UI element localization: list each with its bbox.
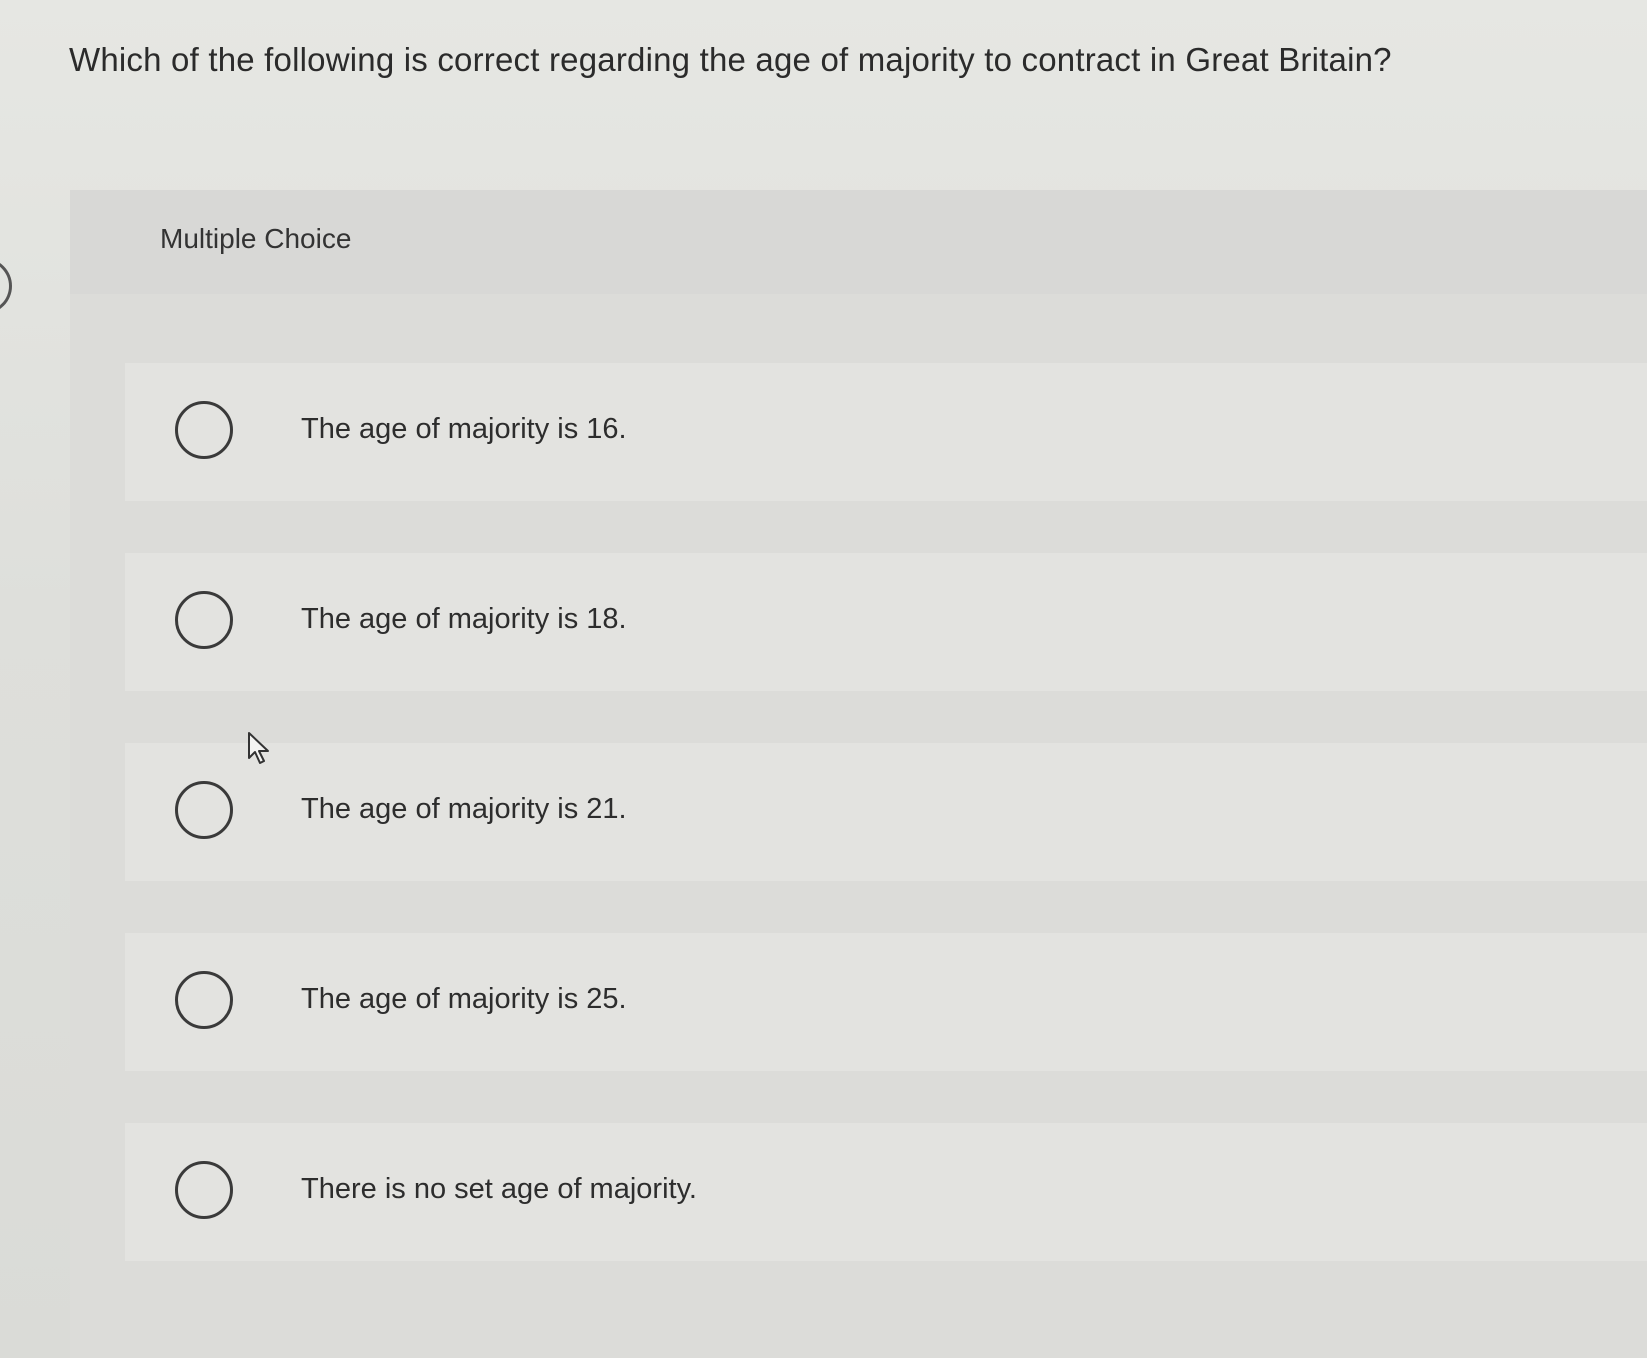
radio-button-4[interactable] [175, 971, 233, 1029]
radio-button-3[interactable] [175, 781, 233, 839]
answer-option-label[interactable]: There is no set age of majority. [301, 1169, 697, 1209]
answer-options-list: The age of majority is 16. The age of ma… [125, 363, 1647, 1313]
question-card: Multiple Choice The age of majority is 1… [70, 190, 1647, 1358]
answer-option-4[interactable]: The age of majority is 25. [125, 933, 1647, 1071]
answer-option-label[interactable]: The age of majority is 21. [301, 789, 627, 829]
radio-button-2[interactable] [175, 591, 233, 649]
answer-option-label[interactable]: The age of majority is 16. [301, 409, 627, 449]
question-text: Which of the following is correct regard… [69, 41, 1392, 78]
page-edge-bracket [0, 258, 12, 314]
answer-option-1[interactable]: The age of majority is 16. [125, 363, 1647, 501]
answer-option-2[interactable]: The age of majority is 18. [125, 553, 1647, 691]
radio-button-1[interactable] [175, 401, 233, 459]
answer-option-label[interactable]: The age of majority is 25. [301, 979, 627, 1019]
answer-option-5[interactable]: There is no set age of majority. [125, 1123, 1647, 1261]
answer-option-3[interactable]: The age of majority is 21. [125, 743, 1647, 881]
radio-button-5[interactable] [175, 1161, 233, 1219]
pointer-arrow-icon [248, 732, 269, 764]
card-header: Multiple Choice [70, 190, 1647, 294]
answer-option-label[interactable]: The age of majority is 18. [301, 599, 627, 639]
question-type-label: Multiple Choice [160, 223, 352, 254]
